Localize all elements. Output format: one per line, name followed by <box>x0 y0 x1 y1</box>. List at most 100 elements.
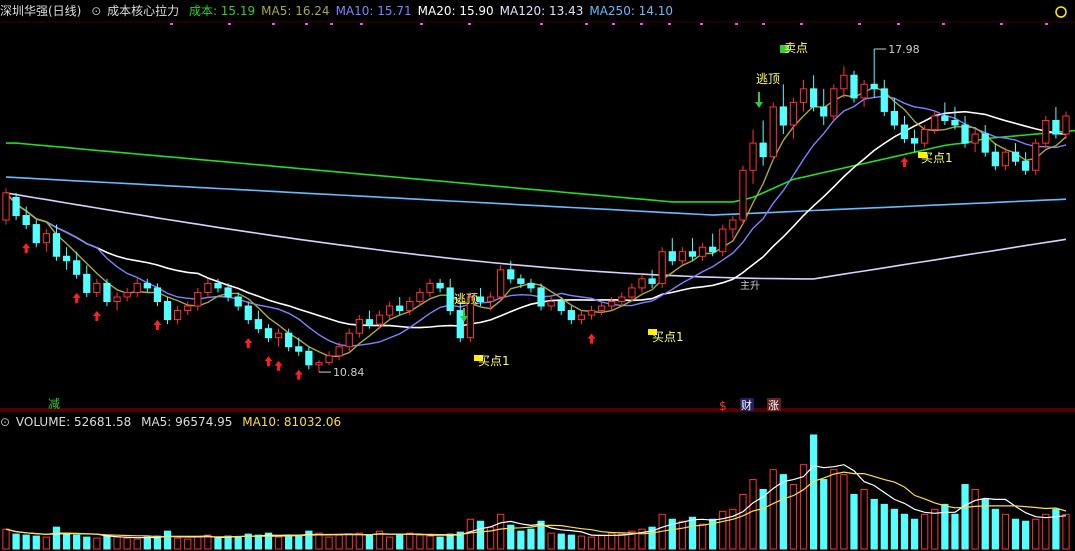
signal-dot <box>1045 23 1048 25</box>
volume-bar <box>678 520 687 550</box>
candle <box>113 296 121 303</box>
candle <box>587 310 596 316</box>
volume-bar <box>850 493 858 550</box>
candle <box>32 224 40 244</box>
candle <box>971 133 979 144</box>
signal-dot <box>330 23 333 25</box>
volume-bar <box>860 489 868 550</box>
volume-bar <box>83 536 91 550</box>
signal-dot <box>170 23 173 25</box>
volume-bar <box>840 474 848 550</box>
volume-bar <box>12 533 20 550</box>
candle <box>406 301 414 312</box>
candle <box>1032 142 1040 171</box>
candle <box>52 233 61 257</box>
volume-bar <box>436 536 444 550</box>
candle <box>204 282 212 293</box>
volume-bar <box>143 536 151 550</box>
signal-dot <box>360 23 363 25</box>
volume-bar <box>1042 513 1050 550</box>
volume-bar <box>1011 518 1020 550</box>
candle <box>608 301 616 307</box>
volume-bar <box>285 535 293 550</box>
volume-bar <box>809 434 818 550</box>
volume-bar <box>597 534 606 550</box>
signal-dot <box>272 23 275 25</box>
volume-bar <box>769 469 777 550</box>
candle <box>385 305 394 316</box>
candle <box>507 269 515 280</box>
volume-bar <box>184 538 192 550</box>
volume-bar <box>426 535 434 550</box>
volume-bar <box>123 537 131 550</box>
volume-bar <box>355 532 363 550</box>
volume-bar <box>1032 518 1040 550</box>
volume-bar <box>416 534 424 550</box>
signal-dot <box>897 23 900 25</box>
signal-dot <box>1000 23 1003 25</box>
tag-s: $ <box>719 399 727 413</box>
ma250-line <box>5 176 1067 216</box>
volume-bar <box>103 535 111 550</box>
buy-arrow-icon <box>153 320 162 331</box>
volume-bar <box>830 469 838 550</box>
signal-dot <box>735 23 738 25</box>
candle <box>709 246 717 253</box>
candle <box>416 291 424 303</box>
candle <box>739 169 747 221</box>
volume-bar <box>254 534 263 550</box>
volume-bar <box>991 508 999 550</box>
escape-top-label-2: 逃顶 <box>756 72 780 86</box>
candle <box>73 260 81 275</box>
candle <box>345 332 353 348</box>
candle <box>840 74 848 90</box>
candle <box>22 215 30 226</box>
candle <box>335 346 343 357</box>
volume-bar <box>961 484 969 550</box>
candle <box>234 296 242 307</box>
candle <box>446 287 454 312</box>
candle <box>456 310 464 339</box>
candle <box>163 301 172 321</box>
candle <box>1001 151 1010 167</box>
volume-bar <box>305 530 313 550</box>
volume-bar <box>224 535 232 550</box>
candle <box>517 278 525 284</box>
candle <box>678 251 687 262</box>
candle <box>2 192 10 221</box>
candle <box>436 282 444 289</box>
candle <box>850 74 858 99</box>
buy1-label-2: 买点1 <box>652 330 684 344</box>
candle <box>890 110 899 126</box>
candle <box>880 88 888 112</box>
candle <box>1042 120 1050 144</box>
volume-bar <box>890 508 899 550</box>
volume-bar <box>1062 513 1070 550</box>
candle <box>799 88 808 103</box>
signal-dot <box>468 23 471 25</box>
volume-bar <box>163 530 172 550</box>
sell-label: 卖点 <box>784 41 808 55</box>
volume-bar <box>32 535 40 550</box>
candle <box>618 296 626 303</box>
candle <box>527 282 535 289</box>
candle <box>789 101 798 126</box>
candle <box>910 138 919 144</box>
buy-arrow-icon <box>22 243 31 254</box>
signal-dot <box>305 23 308 25</box>
volume-bar <box>517 530 525 550</box>
down-arrow-icon <box>755 92 763 108</box>
volume-bar <box>22 534 30 550</box>
tag-cai: 财 <box>741 398 752 412</box>
buy-arrow-icon <box>274 360 283 371</box>
signal-dot <box>585 23 588 25</box>
volume-bar <box>1001 513 1010 550</box>
high-price-label: 17.98 <box>888 43 920 56</box>
buy1-label-3: 买点1 <box>921 151 953 165</box>
volume-bar <box>739 493 747 550</box>
volume-bar <box>113 536 121 550</box>
price-chart[interactable]: 17.9810.84逃顶逃顶卖点买点1买点1买点1主升减 $ 财涨 <box>0 0 1075 551</box>
candle <box>62 255 71 262</box>
volume-bar <box>194 536 202 550</box>
candle <box>597 305 606 312</box>
